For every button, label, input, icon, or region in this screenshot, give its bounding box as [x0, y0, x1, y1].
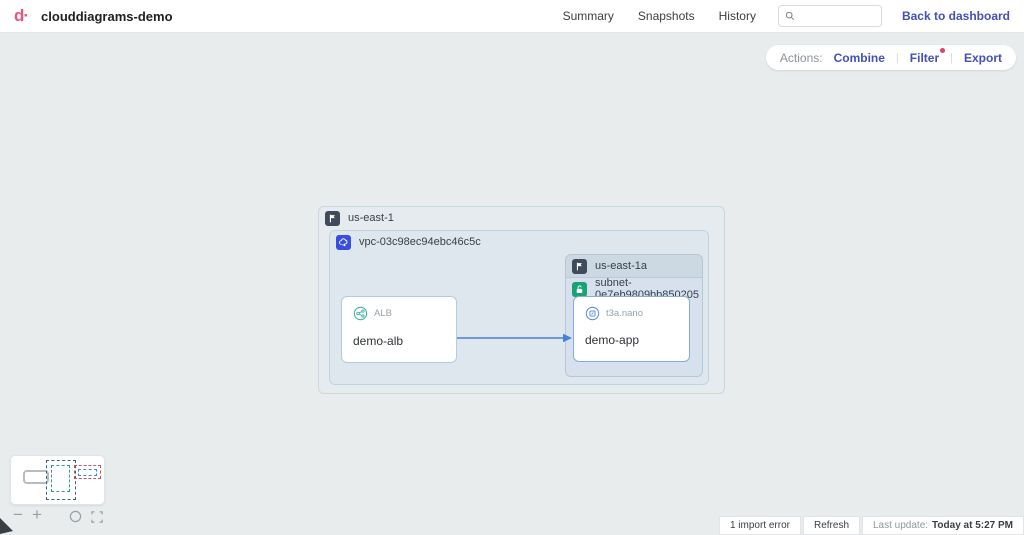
node-name: demo-alb: [353, 334, 403, 348]
minimap[interactable]: [10, 455, 105, 505]
last-update-status: Last update: Today at 5:27 PM: [862, 516, 1024, 535]
minimap-vpc-outline: [51, 465, 70, 492]
divider: |: [896, 52, 899, 64]
refresh-button[interactable]: Refresh: [803, 516, 860, 535]
actions-bar: Actions: Combine | Filter | Export: [766, 45, 1016, 70]
az-header: us-east-1a: [566, 255, 702, 277]
subnet-open-lock-icon: [572, 282, 587, 297]
node-type-label: ALB: [374, 308, 392, 319]
filter-button[interactable]: Filter: [910, 51, 939, 65]
node-demo-app[interactable]: t3a.nano demo-app: [573, 296, 690, 362]
back-to-dashboard-link[interactable]: Back to dashboard: [902, 9, 1010, 23]
region-label: us-east-1: [348, 212, 394, 224]
divider: |: [950, 52, 953, 64]
node-name: demo-app: [585, 333, 639, 347]
load-balancer-icon: [353, 306, 368, 321]
combine-button[interactable]: Combine: [834, 51, 885, 65]
actions-label: Actions:: [780, 51, 823, 65]
vpc-cloud-icon: [336, 235, 351, 250]
export-button[interactable]: Export: [964, 51, 1002, 65]
top-bar: d· clouddiagrams-demo Summary Snapshots …: [0, 0, 1024, 33]
nav-item-snapshots[interactable]: Snapshots: [638, 9, 695, 23]
last-update-value: Today at 5:27 PM: [932, 520, 1013, 531]
reset-zoom-button[interactable]: [69, 510, 82, 528]
search-input[interactable]: [800, 10, 875, 22]
filter-notification-dot: [940, 48, 945, 53]
region-flag-icon: [325, 211, 340, 226]
app-window: d· clouddiagrams-demo Summary Snapshots …: [0, 0, 1024, 535]
import-error-badge[interactable]: 1 import error: [719, 516, 801, 535]
node-type-label: t3a.nano: [606, 308, 643, 319]
fit-view-button[interactable]: [91, 510, 103, 528]
az-flag-icon: [572, 259, 587, 274]
minimap-subnet-outline: [78, 469, 97, 476]
vpc-label: vpc-03c98ec94ebc46c5c: [359, 236, 481, 248]
az-label: us-east-1a: [595, 260, 647, 272]
vpc-header: vpc-03c98ec94ebc46c5c: [330, 231, 708, 253]
search-icon: [785, 10, 795, 22]
zoom-in-button[interactable]: +: [32, 505, 42, 525]
search-box[interactable]: [778, 5, 882, 27]
nav-item-history[interactable]: History: [719, 9, 756, 23]
status-bar: 1 import error Refresh Last update: Toda…: [719, 516, 1024, 535]
last-update-label: Last update:: [873, 520, 928, 531]
page-title: clouddiagrams-demo: [41, 9, 172, 24]
zoom-out-button[interactable]: −: [13, 505, 23, 525]
main-nav: Summary Snapshots History: [563, 9, 756, 23]
node-demo-alb[interactable]: ALB demo-alb: [341, 296, 457, 363]
app-logo[interactable]: d·: [14, 6, 28, 26]
region-header: us-east-1: [319, 207, 724, 229]
nav-item-summary[interactable]: Summary: [563, 9, 614, 23]
ec2-instance-icon: [585, 306, 600, 321]
